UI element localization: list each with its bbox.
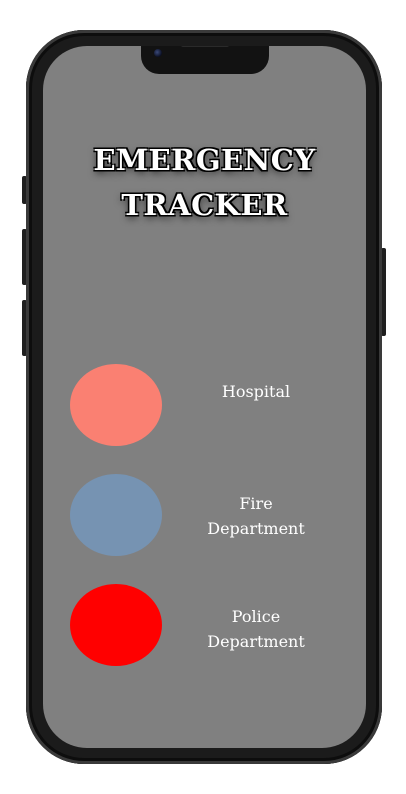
fire-department-option[interactable]: Fire Department <box>43 474 366 556</box>
police-department-option[interactable]: Police Department <box>43 584 366 666</box>
fire-department-label-line-1: Fire <box>239 494 273 513</box>
police-department-label: Police Department <box>183 604 329 654</box>
app-screen: EMERGENCY TRACKER Hospital Fire Departme… <box>43 46 366 748</box>
fire-department-circle-button[interactable] <box>70 474 162 556</box>
app-title-line-1: EMERGENCY <box>93 143 316 177</box>
police-department-label-line-1: Police <box>231 607 281 626</box>
police-department-label-line-2: Department <box>207 632 305 651</box>
hospital-circle-button[interactable] <box>70 364 162 446</box>
app-title: EMERGENCY TRACKER <box>43 146 366 236</box>
hospital-label-line-1: Hospital <box>221 382 291 401</box>
fire-department-label-line-2: Department <box>207 519 305 538</box>
front-camera-icon <box>154 49 162 57</box>
fire-department-label: Fire Department <box>183 491 329 541</box>
speaker-grille <box>181 46 229 47</box>
phone-notch <box>141 46 269 74</box>
police-department-circle-button[interactable] <box>70 584 162 666</box>
hospital-option[interactable]: Hospital <box>43 364 366 446</box>
hospital-label: Hospital <box>183 379 329 404</box>
app-title-line-2: TRACKER <box>121 188 288 222</box>
